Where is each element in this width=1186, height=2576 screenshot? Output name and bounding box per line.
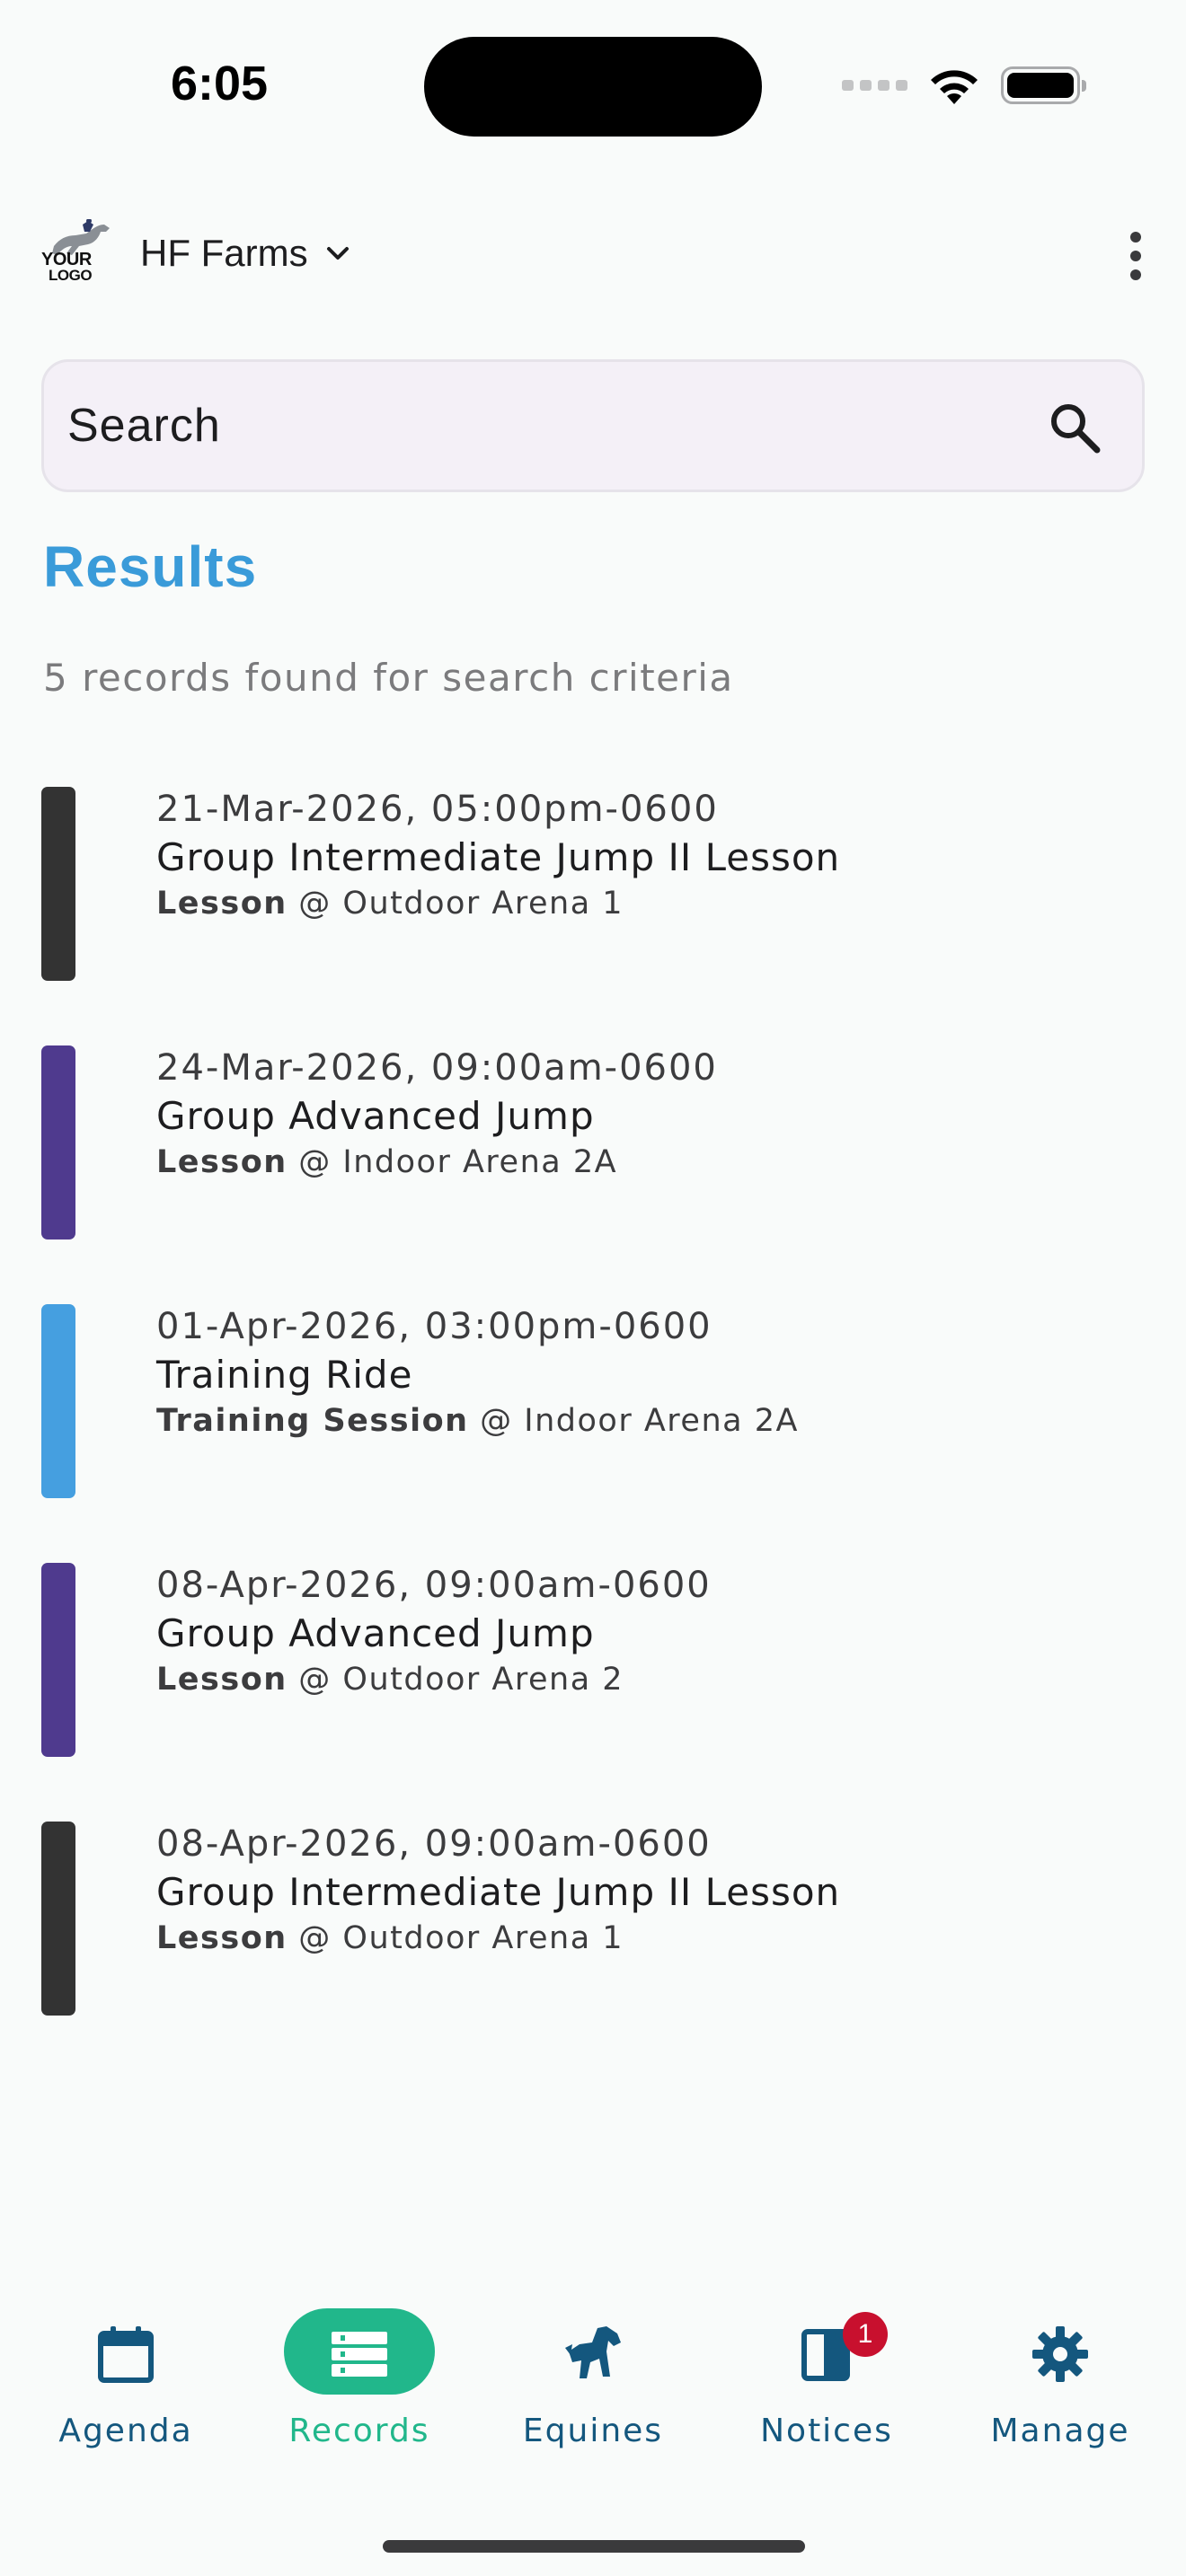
nav-label: Records [288,2413,430,2449]
chevron-down-icon[interactable] [324,240,351,267]
record-date: 01-Apr-2026, 03:00pm-0600 [156,1306,712,1347]
horse-icon [565,2326,621,2378]
record-meta: Training Session @ Indoor Arena 2A [156,1403,799,1439]
record-location: @ Outdoor Arena 2 [287,1662,624,1698]
record-type: Lesson [156,886,288,922]
bottom-navigation: Agenda Records Equines 1 Notices Manage [0,2299,1186,2452]
search-bar[interactable]: Search [41,359,1145,492]
farm-selector-label[interactable]: HF Farms [140,232,308,275]
nav-label: Agenda [58,2413,193,2449]
nav-equines[interactable]: Equines [503,2299,683,2452]
record-location: @ Outdoor Arena 1 [287,1920,624,1956]
record-item[interactable]: 24-Mar-2026, 09:00am-0600 Group Advanced… [41,1042,1145,1301]
app-header: YOUR LOGO HF Farms [41,216,1145,291]
nav-manage[interactable]: Manage [970,2299,1150,2452]
logo-text: YOUR LOGO [41,250,93,284]
cellular-signal-icon [842,80,907,91]
record-type: Lesson [156,1920,288,1956]
record-type: Lesson [156,1662,288,1698]
record-date: 08-Apr-2026, 09:00am-0600 [156,1823,712,1865]
list-icon [332,2332,387,2377]
notification-badge: 1 [843,2312,888,2357]
record-color-bar [41,1045,75,1239]
battery-icon [1001,66,1086,104]
more-options-icon[interactable] [1127,232,1145,280]
results-heading: Results [43,534,258,599]
nav-label: Notices [760,2413,893,2449]
record-color-bar [41,1304,75,1498]
record-title: Group Advanced Jump [156,1094,595,1138]
search-icon[interactable] [1047,400,1102,455]
record-color-bar [41,787,75,981]
record-type: Lesson [156,1144,288,1180]
records-list: 21-Mar-2026, 05:00pm-0600 Group Intermed… [41,783,1145,2077]
search-input[interactable]: Search [67,399,221,453]
record-color-bar [41,1822,75,2016]
nav-records[interactable]: Records [270,2299,449,2452]
nav-label: Equines [522,2413,664,2449]
record-title: Group Intermediate Jump II Lesson [156,1870,841,1914]
record-color-bar [41,1563,75,1757]
farm-logo[interactable]: YOUR LOGO [41,216,120,291]
record-title: Training Ride [156,1353,413,1397]
nav-agenda[interactable]: Agenda [36,2299,216,2452]
record-type: Training Session [156,1403,469,1439]
screen: 6:05 YOUR LOGO HF Farms Search Results 5… [0,0,1186,2576]
record-date: 08-Apr-2026, 09:00am-0600 [156,1565,712,1606]
record-item[interactable]: 08-Apr-2026, 09:00am-0600 Group Intermed… [41,1818,1145,2077]
status-time: 6:05 [171,57,269,110]
nav-label: Manage [990,2413,1130,2449]
record-meta: Lesson @ Outdoor Arena 2 [156,1662,624,1698]
record-location: @ Indoor Arena 2A [287,1144,618,1180]
record-meta: Lesson @ Indoor Arena 2A [156,1144,617,1180]
record-title: Group Advanced Jump [156,1611,595,1655]
record-item[interactable]: 08-Apr-2026, 09:00am-0600 Group Advanced… [41,1559,1145,1818]
record-location: @ Outdoor Arena 1 [287,886,624,922]
results-count: 5 records found for search criteria [43,656,734,700]
record-meta: Lesson @ Outdoor Arena 1 [156,1920,624,1956]
nav-notices[interactable]: 1 Notices [737,2299,916,2452]
record-item[interactable]: 01-Apr-2026, 03:00pm-0600 Training Ride … [41,1301,1145,1559]
home-indicator[interactable] [383,2540,805,2553]
record-date: 21-Mar-2026, 05:00pm-0600 [156,789,719,830]
record-meta: Lesson @ Outdoor Arena 1 [156,886,624,922]
record-title: Group Intermediate Jump II Lesson [156,835,841,879]
gear-icon [1032,2326,1088,2382]
wifi-icon [931,70,978,104]
record-date: 24-Mar-2026, 09:00am-0600 [156,1047,718,1089]
record-item[interactable]: 21-Mar-2026, 05:00pm-0600 Group Intermed… [41,783,1145,1042]
status-icons [842,65,1086,106]
calendar-icon [98,2326,154,2383]
record-location: @ Indoor Arena 2A [468,1403,799,1439]
dynamic-island [424,37,762,137]
